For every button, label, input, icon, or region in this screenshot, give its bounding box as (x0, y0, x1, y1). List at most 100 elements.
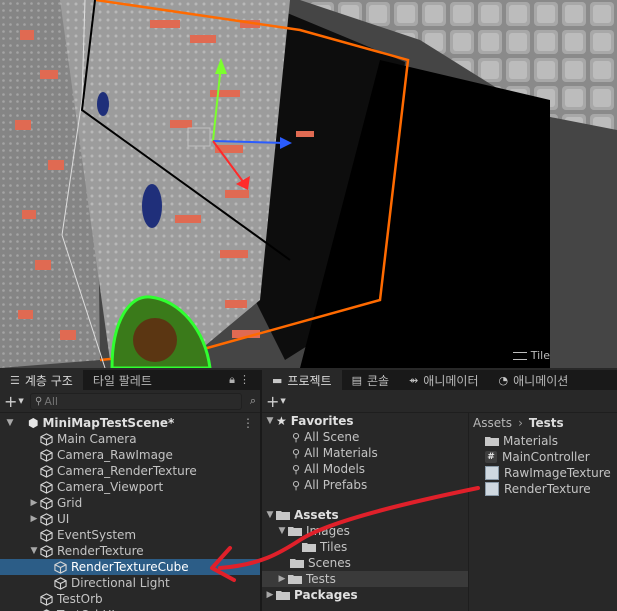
hierarchy-item[interactable]: Directional Light (0, 575, 260, 591)
project-tabbar: ▬ 프로젝트 ▤ 콘솔 ⇴ 애니메이터 ◔ 애니메이션 (262, 370, 617, 390)
hierarchy-item[interactable]: Main Camera (0, 431, 260, 447)
favorite-item[interactable]: ⚲ All Scene (262, 429, 468, 445)
expand-arrow-icon[interactable]: ▶ (28, 498, 40, 508)
add-object-button[interactable]: + ▼ (4, 392, 26, 411)
favorite-item[interactable]: ⚲ All Models (262, 461, 468, 477)
breadcrumb-current[interactable]: Tests (529, 416, 564, 430)
favorite-label: All Materials (304, 446, 378, 460)
expand-arrow-icon[interactable]: ▶ (264, 590, 276, 600)
gameobject-cube-icon (40, 496, 53, 510)
favorite-item[interactable]: ⚲ All Prefabs (262, 477, 468, 493)
plus-icon: + (4, 391, 18, 411)
hierarchy-item[interactable]: ▼ RenderTexture (0, 543, 260, 559)
project-toolbar: + ▼ (262, 390, 617, 413)
asset-item-rawimagetexture[interactable]: RawImageTexture (469, 465, 617, 481)
search-icon: ⚲ (292, 446, 301, 460)
caret-down-icon: ▼ (280, 397, 286, 405)
tab-animation-label: 애니메이션 (513, 373, 569, 388)
gameobject-cube-icon (40, 448, 53, 462)
tab-animator[interactable]: ⇴ 애니메이터 (399, 370, 488, 390)
hierarchy-item[interactable]: Camera_RenderTexture (0, 463, 260, 479)
hierarchy-item-label: Grid (57, 496, 83, 510)
hierarchy-item[interactable]: ▶ Grid (0, 495, 260, 511)
hierarchy-tree: ▼ ⬢ MiniMapTestScene* ⋮ Main Camera Camer… (0, 413, 260, 611)
folder-icon (302, 543, 316, 552)
asset-item-maincontroller[interactable]: # MainController (469, 449, 617, 465)
tab-project[interactable]: ▬ 프로젝트 (262, 370, 342, 390)
hierarchy-item[interactable]: Camera_Viewport (0, 479, 260, 495)
asset-label: MainController (502, 450, 590, 464)
render-texture-icon (485, 466, 499, 480)
scene-menu-icon[interactable]: ⋮ (242, 416, 254, 430)
plus-icon: + (266, 391, 280, 411)
hierarchy-item[interactable]: TestOrbUI (0, 607, 260, 611)
asset-item-rendertexture[interactable]: RenderTexture (469, 481, 617, 497)
expand-arrow-icon[interactable]: ▼ (264, 510, 276, 520)
tab-hierarchy[interactable]: ☰ 계층 구조 (0, 370, 83, 390)
scenes-row[interactable]: Scenes (262, 555, 468, 571)
images-label: Images (306, 524, 350, 538)
assets-row[interactable]: ▼ Assets (262, 507, 468, 523)
hierarchy-item[interactable]: TestOrb (0, 591, 260, 607)
breadcrumb-root[interactable]: Assets (473, 416, 512, 430)
folder-icon (290, 559, 304, 568)
hierarchy-panel: ☰계층 구조 타일 팔레트 🔒︎⋮ +▼ ⚲ ⌕ ▼ ⬢ MiniMapTest… (0, 370, 260, 611)
hierarchy-search[interactable]: ⚲ (30, 392, 242, 410)
expand-arrow-icon[interactable]: ▼ (4, 418, 16, 428)
favorite-item[interactable]: ⚲ All Materials (262, 445, 468, 461)
hierarchy-item[interactable]: ▶ UI (0, 511, 260, 527)
hierarchy-item-label: Main Camera (57, 432, 137, 446)
search-icon: ⚲ (292, 462, 301, 476)
asset-item-materials[interactable]: Materials (469, 433, 617, 449)
lock-icon[interactable]: 🔒︎ (229, 373, 239, 386)
folder-icon: ▬ (272, 373, 283, 387)
scene-render (0, 0, 617, 368)
more-icon[interactable]: ⋮ (239, 373, 254, 386)
scene-view[interactable]: Tile (0, 0, 617, 368)
hierarchy-item-label: UI (57, 512, 70, 526)
hierarchy-item[interactable]: Camera_RawImage (0, 447, 260, 463)
expand-arrow-icon[interactable]: ▼ (28, 546, 40, 556)
hierarchy-item-label: Directional Light (71, 576, 170, 590)
gameobject-cube-icon (40, 464, 53, 478)
hierarchy-toolbar: +▼ ⚲ ⌕ (0, 390, 260, 413)
hierarchy-item-label: Camera_RenderTexture (57, 464, 197, 478)
expand-arrow-icon[interactable]: ▶ (28, 514, 40, 524)
tests-label: Tests (306, 572, 336, 586)
hierarchy-item-label: TestOrb (57, 592, 103, 606)
hierarchy-item-label: Camera_Viewport (57, 480, 164, 494)
list-icon: ☰ (10, 373, 20, 387)
tab-tile-palette[interactable]: 타일 팔레트 (83, 370, 162, 390)
asset-label: RenderTexture (504, 482, 591, 496)
hierarchy-search-input[interactable] (42, 394, 197, 408)
images-row[interactable]: ▼ Images (262, 523, 468, 539)
search-options-icon[interactable]: ⌕ (250, 394, 256, 408)
hierarchy-item[interactable]: RenderTextureCube (0, 559, 260, 575)
tab-console[interactable]: ▤ 콘솔 (342, 370, 400, 390)
expand-arrow-icon[interactable]: ▶ (276, 574, 288, 584)
project-folder-tree: ▼ ★ Favorites ⚲ All Scene ⚲ All Materials … (262, 413, 469, 611)
expand-arrow-icon[interactable]: ▼ (276, 526, 288, 536)
gameobject-cube-icon (40, 432, 53, 446)
tiles-row[interactable]: Tiles (262, 539, 468, 555)
tab-tools: 🔒︎⋮ (229, 373, 254, 387)
tab-animation[interactable]: ◔ 애니메이션 (489, 370, 579, 390)
packages-row[interactable]: ▶ Packages (262, 587, 468, 603)
folder-icon (276, 591, 290, 600)
expand-arrow-icon[interactable]: ▼ (264, 416, 276, 426)
folder-icon (485, 437, 499, 446)
scene-row[interactable]: ▼ ⬢ MiniMapTestScene* ⋮ (0, 415, 260, 431)
tab-tile-palette-label: 타일 팔레트 (92, 373, 152, 388)
favorites-row[interactable]: ▼ ★ Favorites (262, 413, 468, 429)
hierarchy-item[interactable]: EventSystem (0, 527, 260, 543)
gameobject-cube-icon (40, 544, 53, 558)
gameobject-cube-icon (40, 480, 53, 494)
create-asset-button[interactable]: + ▼ (266, 392, 288, 411)
scene-name: MiniMapTestScene* (42, 416, 175, 430)
tiles-label: Tiles (320, 540, 348, 554)
tests-row[interactable]: ▶ Tests (262, 571, 468, 587)
search-icon: ⚲ (35, 395, 43, 407)
gameobject-cube-icon (54, 560, 67, 574)
hierarchy-item-label: Camera_RawImage (57, 448, 173, 462)
